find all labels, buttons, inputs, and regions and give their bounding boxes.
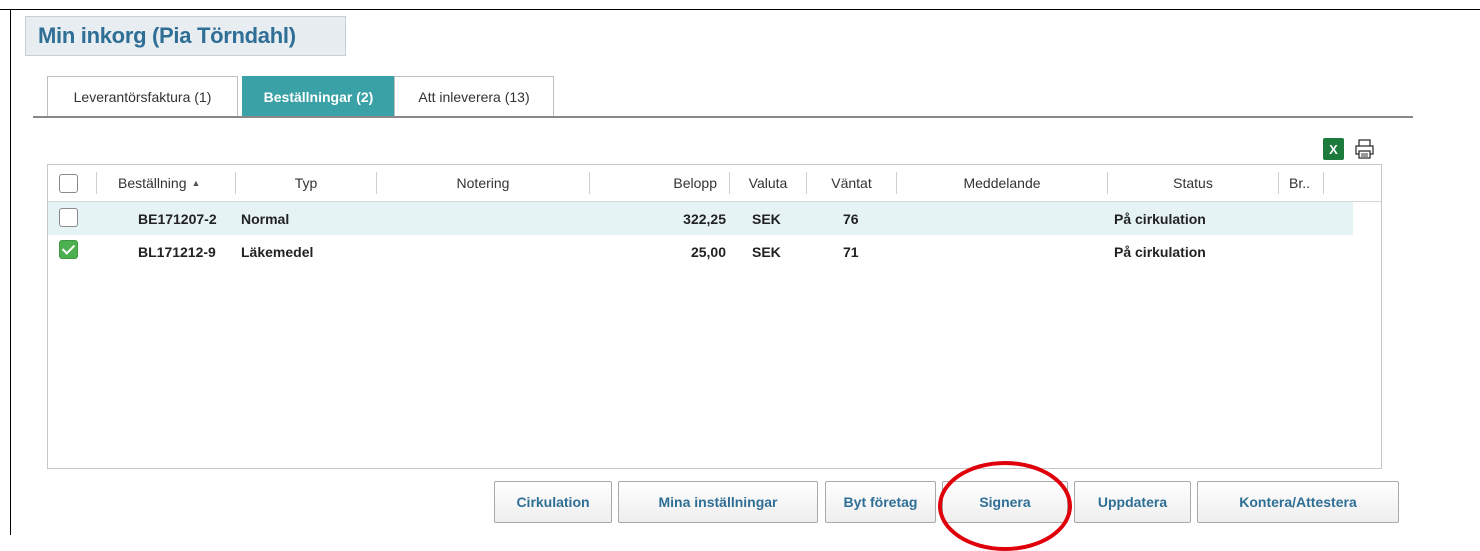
column-header-belopp[interactable]: Belopp — [590, 165, 721, 201]
signera-button[interactable]: Signera — [942, 481, 1068, 523]
order-currency: SEK — [752, 243, 781, 260]
cirkulation-button[interactable]: Cirkulation — [494, 481, 612, 523]
order-number: BL171212-9 — [138, 243, 216, 260]
table-row[interactable]: BE171207-2 Normal 322,25 SEK 76 På cirku… — [48, 202, 1353, 235]
sort-asc-icon: ▲ — [191, 178, 201, 188]
table-row[interactable]: BL171212-9 Läkemedel 25,00 SEK 71 På cir… — [48, 235, 1353, 268]
select-all-checkbox[interactable] — [59, 174, 78, 193]
byt-foretag-button[interactable]: Byt företag — [825, 481, 936, 523]
order-waited: 71 — [843, 243, 859, 260]
row-checkbox[interactable] — [59, 208, 78, 227]
uppdatera-button[interactable]: Uppdatera — [1074, 481, 1191, 523]
tab-leverantorsfaktura[interactable]: Leverantörsfaktura (1) — [47, 76, 238, 116]
column-header-valuta[interactable]: Valuta — [730, 165, 806, 201]
order-amount: 322,25 — [683, 210, 726, 227]
order-type: Läkemedel — [241, 243, 314, 260]
column-header-br[interactable]: Br.. — [1289, 165, 1323, 201]
orders-grid: Beställning ▲ Typ Notering Belopp Valuta… — [47, 164, 1382, 469]
order-waited: 76 — [843, 210, 859, 227]
column-header-typ[interactable]: Typ — [236, 165, 376, 201]
column-header-status[interactable]: Status — [1108, 165, 1278, 201]
kontera-attestera-button[interactable]: Kontera/Attestera — [1197, 481, 1399, 523]
frame-left-border — [10, 10, 11, 535]
mina-installningar-button[interactable]: Mina inställningar — [618, 481, 818, 523]
order-type: Normal — [241, 210, 290, 227]
tab-bestallningar[interactable]: Beställningar (2) — [242, 76, 395, 116]
frame-top-border — [0, 9, 1480, 10]
column-header-bestallning[interactable]: Beställning ▲ — [118, 165, 238, 201]
tab-att-inleverera[interactable]: Att inleverera (13) — [394, 76, 554, 116]
order-status: På cirkulation — [1114, 210, 1206, 227]
column-header-notering[interactable]: Notering — [377, 165, 589, 201]
grid-header: Beställning ▲ Typ Notering Belopp Valuta… — [48, 165, 1381, 202]
excel-icon[interactable]: X — [1323, 138, 1344, 160]
row-checkbox[interactable] — [59, 240, 78, 259]
tabs-divider — [33, 116, 1413, 118]
column-header-vantat[interactable]: Väntat — [807, 165, 896, 201]
order-status: På cirkulation — [1114, 243, 1206, 260]
column-header-meddelande[interactable]: Meddelande — [897, 165, 1107, 201]
order-currency: SEK — [752, 210, 781, 227]
page-title-box: Min inkorg (Pia Törndahl) — [25, 16, 346, 56]
printer-icon[interactable] — [1354, 138, 1375, 160]
order-number: BE171207-2 — [138, 210, 217, 227]
page-title: Min inkorg (Pia Törndahl) — [38, 23, 296, 48]
order-amount: 25,00 — [690, 243, 726, 260]
